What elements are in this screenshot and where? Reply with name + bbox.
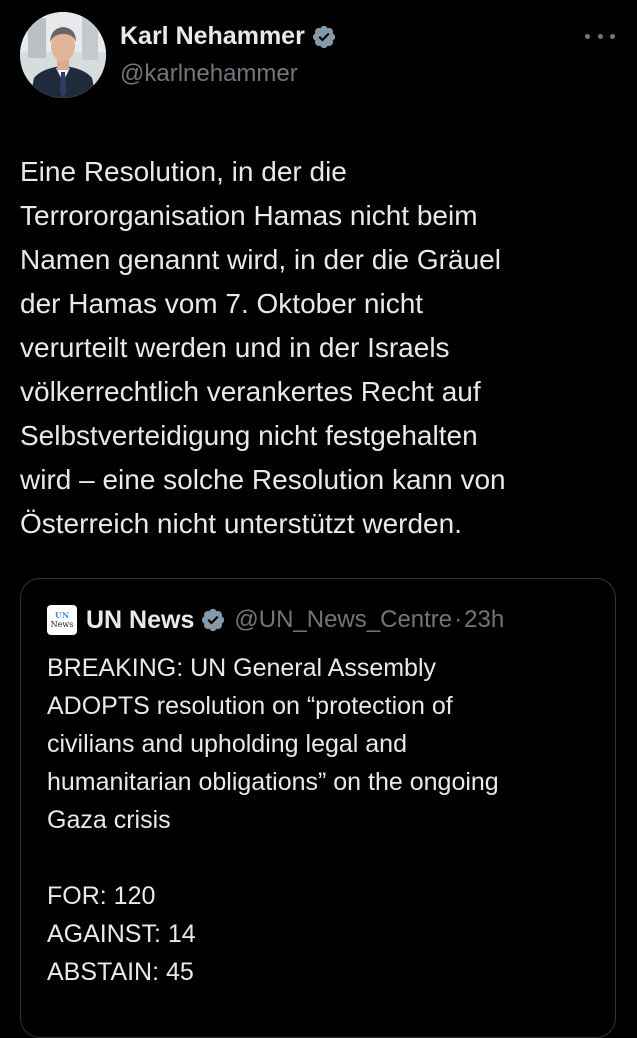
meta-separator: ·	[454, 606, 463, 633]
author-name[interactable]: Karl Nehammer	[120, 22, 337, 51]
avatar-photo	[20, 12, 106, 98]
more-dot	[585, 33, 590, 39]
quoted-tweet-text: BREAKING: UN General Assembly ADOPTS res…	[47, 654, 499, 986]
un-logo-text-bottom: News	[50, 620, 74, 629]
un-logo-text-top: UN	[54, 610, 70, 620]
quoted-tweet-time[interactable]: 23h	[464, 606, 504, 634]
author-avatar[interactable]	[20, 12, 106, 98]
quoted-tweet-card[interactable]: UN News UN News @UN_News_Centre · 23h BR…	[20, 578, 616, 1038]
more-dot	[610, 33, 615, 39]
verified-badge-icon	[311, 24, 337, 50]
tweet-text: Eine Resolution, in der die Terrororgani…	[20, 156, 506, 539]
more-dot	[597, 33, 603, 39]
un-news-logo[interactable]: UN News	[47, 605, 77, 635]
author-handle[interactable]: @karlnehammer	[120, 60, 298, 88]
quoted-author-handle[interactable]: @UN_News_Centre	[234, 606, 452, 634]
quoted-author-name[interactable]: UN News	[86, 606, 194, 635]
verified-badge-icon	[200, 607, 226, 633]
more-options-icon[interactable]	[585, 26, 615, 46]
author-name-text[interactable]: Karl Nehammer	[120, 22, 305, 51]
quoted-tweet-header: UN News UN News @UN_News_Centre · 23h	[47, 605, 504, 635]
